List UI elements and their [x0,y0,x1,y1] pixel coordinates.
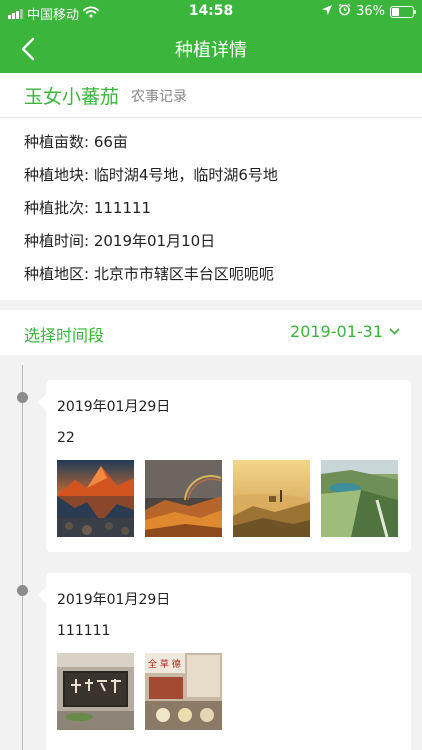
green-valley-photo[interactable] [321,460,398,537]
alarm-icon [338,3,351,20]
calligraphy-sign-photo[interactable] [57,653,134,730]
battery-level [392,7,400,16]
nav-bar: 种植详情 [0,24,422,73]
crop-header: 玉女小蕃茄 农事记录 [0,73,422,118]
planting-info-card: 玉女小蕃茄 农事记录 种植亩数: 66亩 种植地块: 临时湖4号地，临时湖6号地… [0,73,422,300]
crop-name: 玉女小蕃茄 [24,85,120,108]
chevron-down-icon [389,328,400,335]
rainbow-desert-photo[interactable] [145,460,222,537]
info-planting-time: 种植时间: 2019年01月10日 [24,232,216,250]
info-planting-area: 种植亩数: 66亩 [24,133,128,151]
record-date: 2019年01月29日 [57,592,171,608]
info-planting-region: 种植地区: 北京市市辖区丰台区呃呃呃 [24,265,274,283]
mountain-lake-photo[interactable] [57,460,134,537]
info-planting-batch: 种植批次: 111111 [24,199,152,217]
battery-icon [390,5,416,18]
location-arrow-icon [321,4,333,20]
record-text: 111111 [57,623,111,639]
record-card[interactable]: 2019年01月29日 111111 全 草 德 [38,573,411,750]
record-photos [57,460,398,537]
farm-records-link[interactable]: 农事记录 [131,86,187,106]
status-bar: 中国移动 14:58 36% [0,0,422,24]
svg-text:全 草 德: 全 草 德 [148,658,181,670]
app-screen: 中国移动 14:58 36% 种植详情 玉女小蕃茄 农事记录 种植亩数: 66亩… [0,0,422,750]
page-title: 种植详情 [175,40,247,61]
date-range-value: 2019-01-31 [290,322,383,341]
timeline-line [22,365,23,750]
header: 中国移动 14:58 36% 种植详情 [0,0,422,73]
record-photos: 全 草 德 [57,653,222,730]
record-text: 22 [57,430,75,446]
info-list: 种植亩数: 66亩 种植地块: 临时湖4号地，临时湖6号地 种植批次: 1111… [0,118,422,291]
date-range-selector[interactable]: 选择时间段 2019-01-31 [0,310,422,355]
battery-percent: 36% [356,4,385,19]
record-date: 2019年01月29日 [57,399,171,415]
status-right: 36% [321,3,416,20]
timeline-dot [17,392,28,403]
office-shelf-photo[interactable]: 全 草 德 [145,653,222,730]
record-card[interactable]: 2019年01月29日 22 [38,380,411,552]
timeline-dot [17,585,28,596]
date-range-value-button[interactable]: 2019-01-31 [290,322,400,341]
info-planting-plot: 种植地块: 临时湖4号地，临时湖6号地 [24,166,278,184]
date-range-label: 选择时间段 [24,326,105,345]
record-timeline: 2019年01月29日 22 2019年01月29日 111111 全 草 德 [0,355,422,750]
misty-hills-photo[interactable] [233,460,310,537]
